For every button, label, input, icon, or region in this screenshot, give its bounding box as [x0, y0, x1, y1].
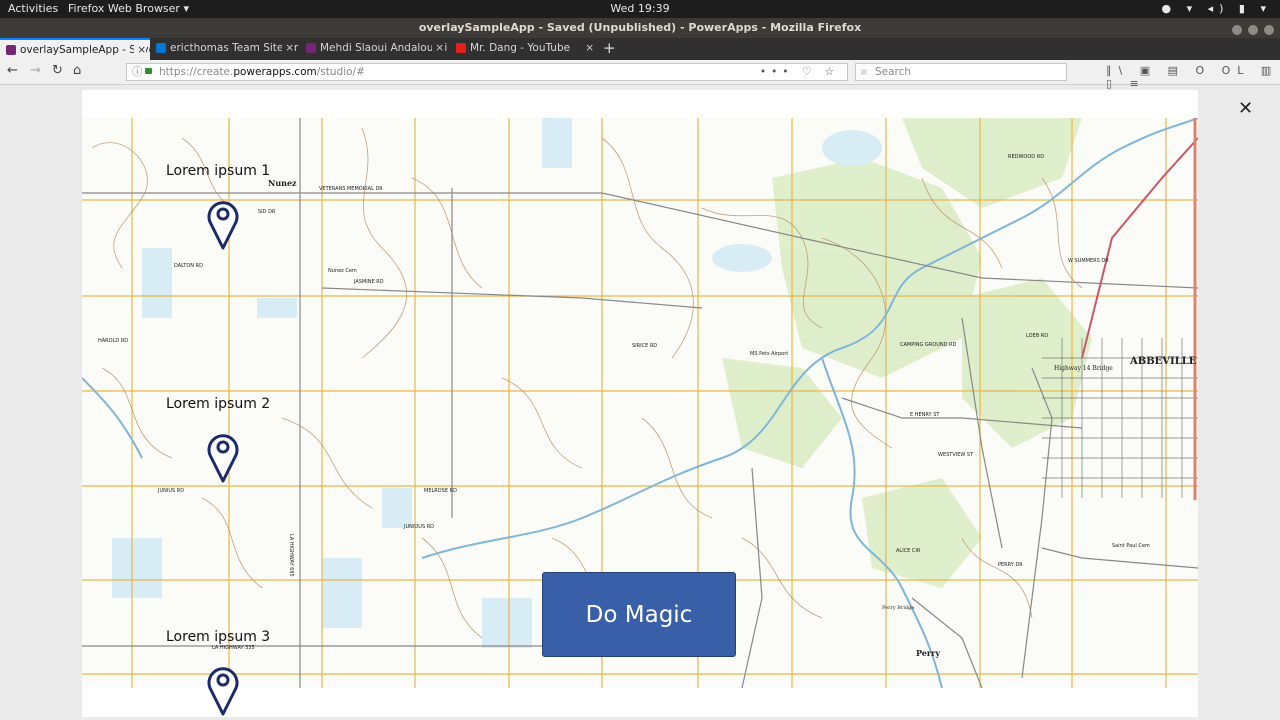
tab-close-icon[interactable]: × — [134, 40, 146, 60]
tab-ericthomas-team-site[interactable]: ericthomas Team Site - n × — [150, 38, 298, 60]
map-label-e-henry-st: E HENRY ST — [910, 412, 940, 418]
map-pin-icon[interactable] — [207, 431, 239, 483]
map-pin-icon[interactable] — [207, 664, 239, 716]
maximize-button[interactable] — [1248, 25, 1258, 35]
toolbar-icons[interactable]: ∥\ ▣ ▤ O OL ▥ ▯ ≡ — [1106, 64, 1280, 90]
map-label-dalton-rd: DALTON RD — [174, 263, 203, 269]
lorem-label-2: Lorem ipsum 2 — [166, 396, 271, 412]
url-prefix: https://create. — [159, 66, 234, 78]
tab-bar: overlaySampleApp - Save × ericthomas Tea… — [0, 38, 1280, 60]
window-title: overlaySampleApp - Saved (Unpublished) -… — [418, 21, 862, 34]
url-bar[interactable]: ⓘ https://create.powerapps.com/studio/# … — [126, 63, 848, 81]
tab-label: overlaySampleApp - Save — [20, 44, 150, 56]
map-label-highway-14-bridge: Highway 14 Bridge — [1054, 365, 1113, 372]
window-title-bar: overlaySampleApp - Saved (Unpublished) -… — [0, 18, 1280, 38]
url-domain: powerapps.com — [233, 66, 317, 78]
url-actions[interactable]: ••• ♡ ☆ — [760, 64, 839, 80]
map-label-veterans-memorial-dr: VETERANS MEMORIAL DR — [319, 186, 383, 192]
map-label-camping-ground-rd: CAMPING GROUND RD — [900, 342, 957, 348]
search-icon: ⌕ — [861, 66, 867, 78]
minimize-button[interactable] — [1232, 25, 1242, 35]
url-path: /studio/# — [316, 66, 365, 78]
search-placeholder: Search — [875, 66, 912, 78]
map-label-harold-rd: HAROLD RD — [98, 338, 129, 344]
info-icon[interactable]: ⓘ — [132, 64, 143, 80]
map-label-nunez: Nunez — [268, 178, 297, 188]
map-label-alice-cir: ALICE CIR — [896, 548, 921, 554]
map-label-la-highway-695: LA HIGHWAY 695 — [288, 534, 294, 577]
tab-label: Mehdi Slaoui Andaloussi — [320, 42, 448, 54]
forward-button[interactable]: → — [30, 63, 41, 78]
map-label-sirice-rd: SIRICE RD — [632, 343, 658, 349]
map-label-junius-rd: JUNIUS RD — [158, 488, 185, 494]
map-label-perry-bridge: Perry Bridge — [882, 605, 915, 611]
map-label-nunez-cem: Nunez Cem — [328, 268, 357, 274]
map-label-jasmine-rd: JASMINE RD — [354, 279, 384, 285]
map-label-w-summers-dr: W SUMMERS DR — [1068, 258, 1109, 264]
reload-button[interactable]: ↻ — [52, 63, 63, 78]
tab-close-icon[interactable]: × — [282, 38, 294, 58]
system-tray[interactable]: ● ▾ ◂) ▮ ▾ — [1162, 2, 1273, 15]
do-magic-button[interactable]: Do Magic — [542, 572, 736, 657]
home-button[interactable]: ⌂ — [73, 63, 81, 78]
youtube-icon — [456, 43, 466, 53]
sharepoint-icon — [156, 43, 166, 53]
navigation-bar: ← → ↻ ⌂ ⓘ https://create.powerapps.com/s… — [0, 60, 1280, 90]
map-label-sid-dr: SID DR — [258, 209, 276, 215]
os-top-bar: Activities Firefox Web Browser ▾ Wed 19:… — [0, 0, 1280, 18]
tab-label: Mr. Dang - YouTube — [470, 42, 571, 54]
tab-youtube[interactable]: Mr. Dang - YouTube × — [450, 38, 598, 60]
powerapps-icon — [306, 43, 316, 53]
map-label-loeb-rd: LOEB RD — [1026, 333, 1049, 339]
lorem-label-1: Lorem ipsum 1 — [166, 163, 271, 179]
map-label-perry-dr: PERRY DR — [998, 562, 1023, 568]
map-label-westview-st: WESTVIEW ST — [938, 452, 974, 458]
map-label-la-highway-335: LA HIGHWAY 335 — [212, 645, 255, 651]
map-pin-icon[interactable] — [207, 198, 239, 250]
tab-close-icon[interactable]: × — [582, 38, 594, 58]
map-label-redwood-rd: REDWOOD RD — [1008, 154, 1045, 160]
powerapps-icon — [6, 45, 16, 55]
tab-label: ericthomas Team Site - n — [170, 42, 298, 54]
new-tab-button[interactable]: + — [603, 38, 616, 58]
close-window-button[interactable] — [1264, 25, 1274, 35]
map-label-ms-pets-airport: MS Pets Airport — [750, 351, 789, 357]
map-label-melrose-rd: MELROSE RD — [424, 488, 457, 494]
clock[interactable]: Wed 19:39 — [0, 2, 1280, 15]
map-label-saint-paul-cem: Saint Paul Cem — [1112, 543, 1150, 549]
back-button[interactable]: ← — [7, 63, 18, 78]
lorem-label-3: Lorem ipsum 3 — [166, 629, 271, 645]
map-label-abbeville: ABBEVILLE — [1130, 356, 1197, 367]
tab-overlaysampleapp[interactable]: overlaySampleApp - Save × — [0, 38, 150, 60]
search-input[interactable]: ⌕ Search — [855, 63, 1067, 81]
close-icon[interactable]: ✕ — [1238, 98, 1253, 119]
map-label-junious-rd: JUNIOUS RD — [404, 524, 435, 530]
tab-mehdi-slaoui[interactable]: Mehdi Slaoui Andaloussi × — [300, 38, 448, 60]
tab-close-icon[interactable]: × — [432, 38, 444, 58]
lock-icon — [145, 68, 152, 74]
map-label-perry: Perry — [916, 648, 940, 658]
